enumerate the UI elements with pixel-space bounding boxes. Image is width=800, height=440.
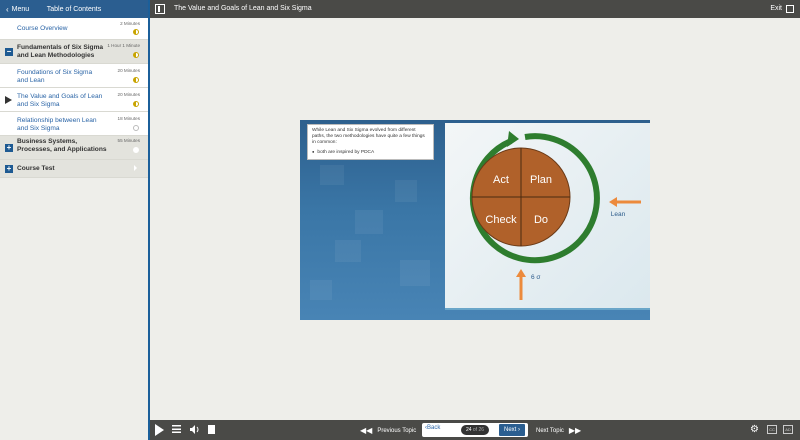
background-tile xyxy=(395,180,417,202)
volume-svg xyxy=(190,425,199,434)
progress-empty-icon xyxy=(133,125,139,131)
background-tile xyxy=(355,210,383,234)
pdca-act: Act xyxy=(493,174,509,186)
pdca-do: Do xyxy=(534,214,548,226)
toc-item-duration: 18 Minutes xyxy=(117,116,140,121)
progress-half-icon xyxy=(133,29,139,35)
toc-item-title: Relationship between Lean and Six Sigma xyxy=(17,117,97,132)
toc-item-duration: 20 Minutes xyxy=(117,68,140,73)
sidebar: ‹ Menu Table of Contents Course Overview… xyxy=(0,0,150,440)
page-current: 24 xyxy=(465,427,472,433)
page-total: 26 xyxy=(478,427,485,433)
pdca-check: Check xyxy=(485,214,517,226)
slide: While Lean and Six Sigma evolved from di… xyxy=(300,120,650,320)
current-lesson-marker-icon xyxy=(5,96,12,104)
toc-section-duration: 55 Minutes xyxy=(117,138,140,143)
toc-item-duration: 2 Minutes xyxy=(120,21,140,26)
toc-section-title: Course Test xyxy=(17,165,55,172)
toc-section-title: Fundamentals of Six Sigma and Lean Metho… xyxy=(17,44,104,59)
page-of: of xyxy=(472,427,478,433)
document-icon[interactable] xyxy=(208,425,215,434)
pdca-plan: Plan xyxy=(530,174,552,186)
toc-section-course-test[interactable]: + Course Test xyxy=(0,160,148,178)
next-label: Next xyxy=(503,427,517,433)
menu-bar: ‹ Menu Table of Contents xyxy=(0,0,148,18)
closed-captions-icon[interactable]: CC xyxy=(767,425,777,434)
lean-arrowhead-icon xyxy=(609,197,617,207)
next-topic-label: Next Topic xyxy=(536,427,564,434)
toc-item-value-and-goals[interactable]: The Value and Goals of Lean and Six Sigm… xyxy=(0,88,148,112)
slide-divider xyxy=(445,308,650,310)
page-counter: 24 of 26 xyxy=(461,425,489,435)
expand-icon[interactable]: + xyxy=(5,165,13,173)
exit-button[interactable]: Exit xyxy=(770,5,782,12)
pdca-svg: Act Plan Check Do Lean 6 σ xyxy=(469,131,641,300)
toc-item-duration: 20 Minutes xyxy=(117,92,140,97)
previous-topic-label: Previous Topic xyxy=(377,427,417,434)
expand-icon[interactable]: + xyxy=(5,144,13,152)
toc-section-fundamentals[interactable]: − Fundamentals of Six Sigma and Lean Met… xyxy=(0,40,148,64)
title-bar: The Value and Goals of Lean and Six Sigm… xyxy=(150,0,800,18)
next-topic-button[interactable]: Next Topic ▶▶ xyxy=(536,426,581,435)
exit-icon[interactable] xyxy=(786,5,794,13)
chevron-left-icon: ‹ xyxy=(6,4,9,14)
next-button[interactable]: Next › xyxy=(499,424,525,436)
toc-item-title: Course Overview xyxy=(17,25,68,32)
menu-label: Menu xyxy=(11,5,30,13)
progress-empty-icon xyxy=(133,147,139,153)
background-tile xyxy=(335,240,361,262)
transcript-list-icon[interactable] xyxy=(172,425,181,434)
menu-button[interactable]: ‹ Menu xyxy=(0,5,29,14)
lesson-title: The Value and Goals of Lean and Six Sigm… xyxy=(174,5,312,12)
toc-item-foundations[interactable]: Foundations of Six Sigma and Lean 20 Min… xyxy=(0,64,148,88)
note-bullet: both are inspired by PDCA xyxy=(312,149,429,156)
toc-item-relationship[interactable]: Relationship between Lean and Six Sigma … xyxy=(0,112,148,136)
toc-section-business-systems[interactable]: + Business Systems, Processes, and Appli… xyxy=(0,136,148,160)
progress-half-icon xyxy=(133,101,139,107)
toc-item-title: The Value and Goals of Lean and Six Sigm… xyxy=(17,93,103,108)
six-sigma-arrowhead-icon xyxy=(516,269,526,277)
toc-section-title: Business Systems, Processes, and Applica… xyxy=(17,138,107,153)
toc-item-title: Foundations of Six Sigma and Lean xyxy=(17,69,93,84)
previous-topic-button[interactable]: ◀◀ Previous Topic xyxy=(360,426,416,435)
lean-label: Lean xyxy=(611,211,626,218)
gear-icon[interactable]: ⚙ xyxy=(750,424,759,435)
volume-icon[interactable] xyxy=(190,425,199,434)
six-sigma-label: 6 σ xyxy=(531,274,540,281)
progress-half-icon xyxy=(133,77,139,83)
sidebar-toggle-icon[interactable] xyxy=(155,4,165,14)
ring-arrowhead-icon xyxy=(507,131,519,147)
background-tile xyxy=(400,260,430,286)
course-test-lock-icon xyxy=(134,165,139,171)
double-chevron-right-icon: ▶▶ xyxy=(568,426,582,435)
audio-description-icon[interactable]: AD xyxy=(783,425,793,434)
background-tile xyxy=(320,165,344,185)
player-controls: ◀◀ Previous Topic ‹Back 24 of 26 Next › … xyxy=(150,420,800,440)
pager: ‹Back 24 of 26 Next › xyxy=(422,423,528,437)
toc-section-duration: 1 Hour 1 Minute xyxy=(107,43,140,48)
progress-half-icon xyxy=(133,52,139,58)
back-button[interactable]: ‹Back xyxy=(425,425,440,431)
background-tile xyxy=(310,280,332,300)
toc-item-course-overview[interactable]: Course Overview 2 Minutes xyxy=(0,18,148,40)
note-text: While Lean and Six Sigma evolved from di… xyxy=(312,128,425,145)
note-box: While Lean and Six Sigma evolved from di… xyxy=(307,124,434,160)
back-label: Back xyxy=(427,425,441,431)
pdca-diagram: Act Plan Check Do Lean 6 σ xyxy=(445,123,650,308)
double-chevron-left-icon: ◀◀ xyxy=(360,426,373,435)
play-icon[interactable] xyxy=(155,424,164,436)
collapse-icon[interactable]: − xyxy=(5,48,13,56)
